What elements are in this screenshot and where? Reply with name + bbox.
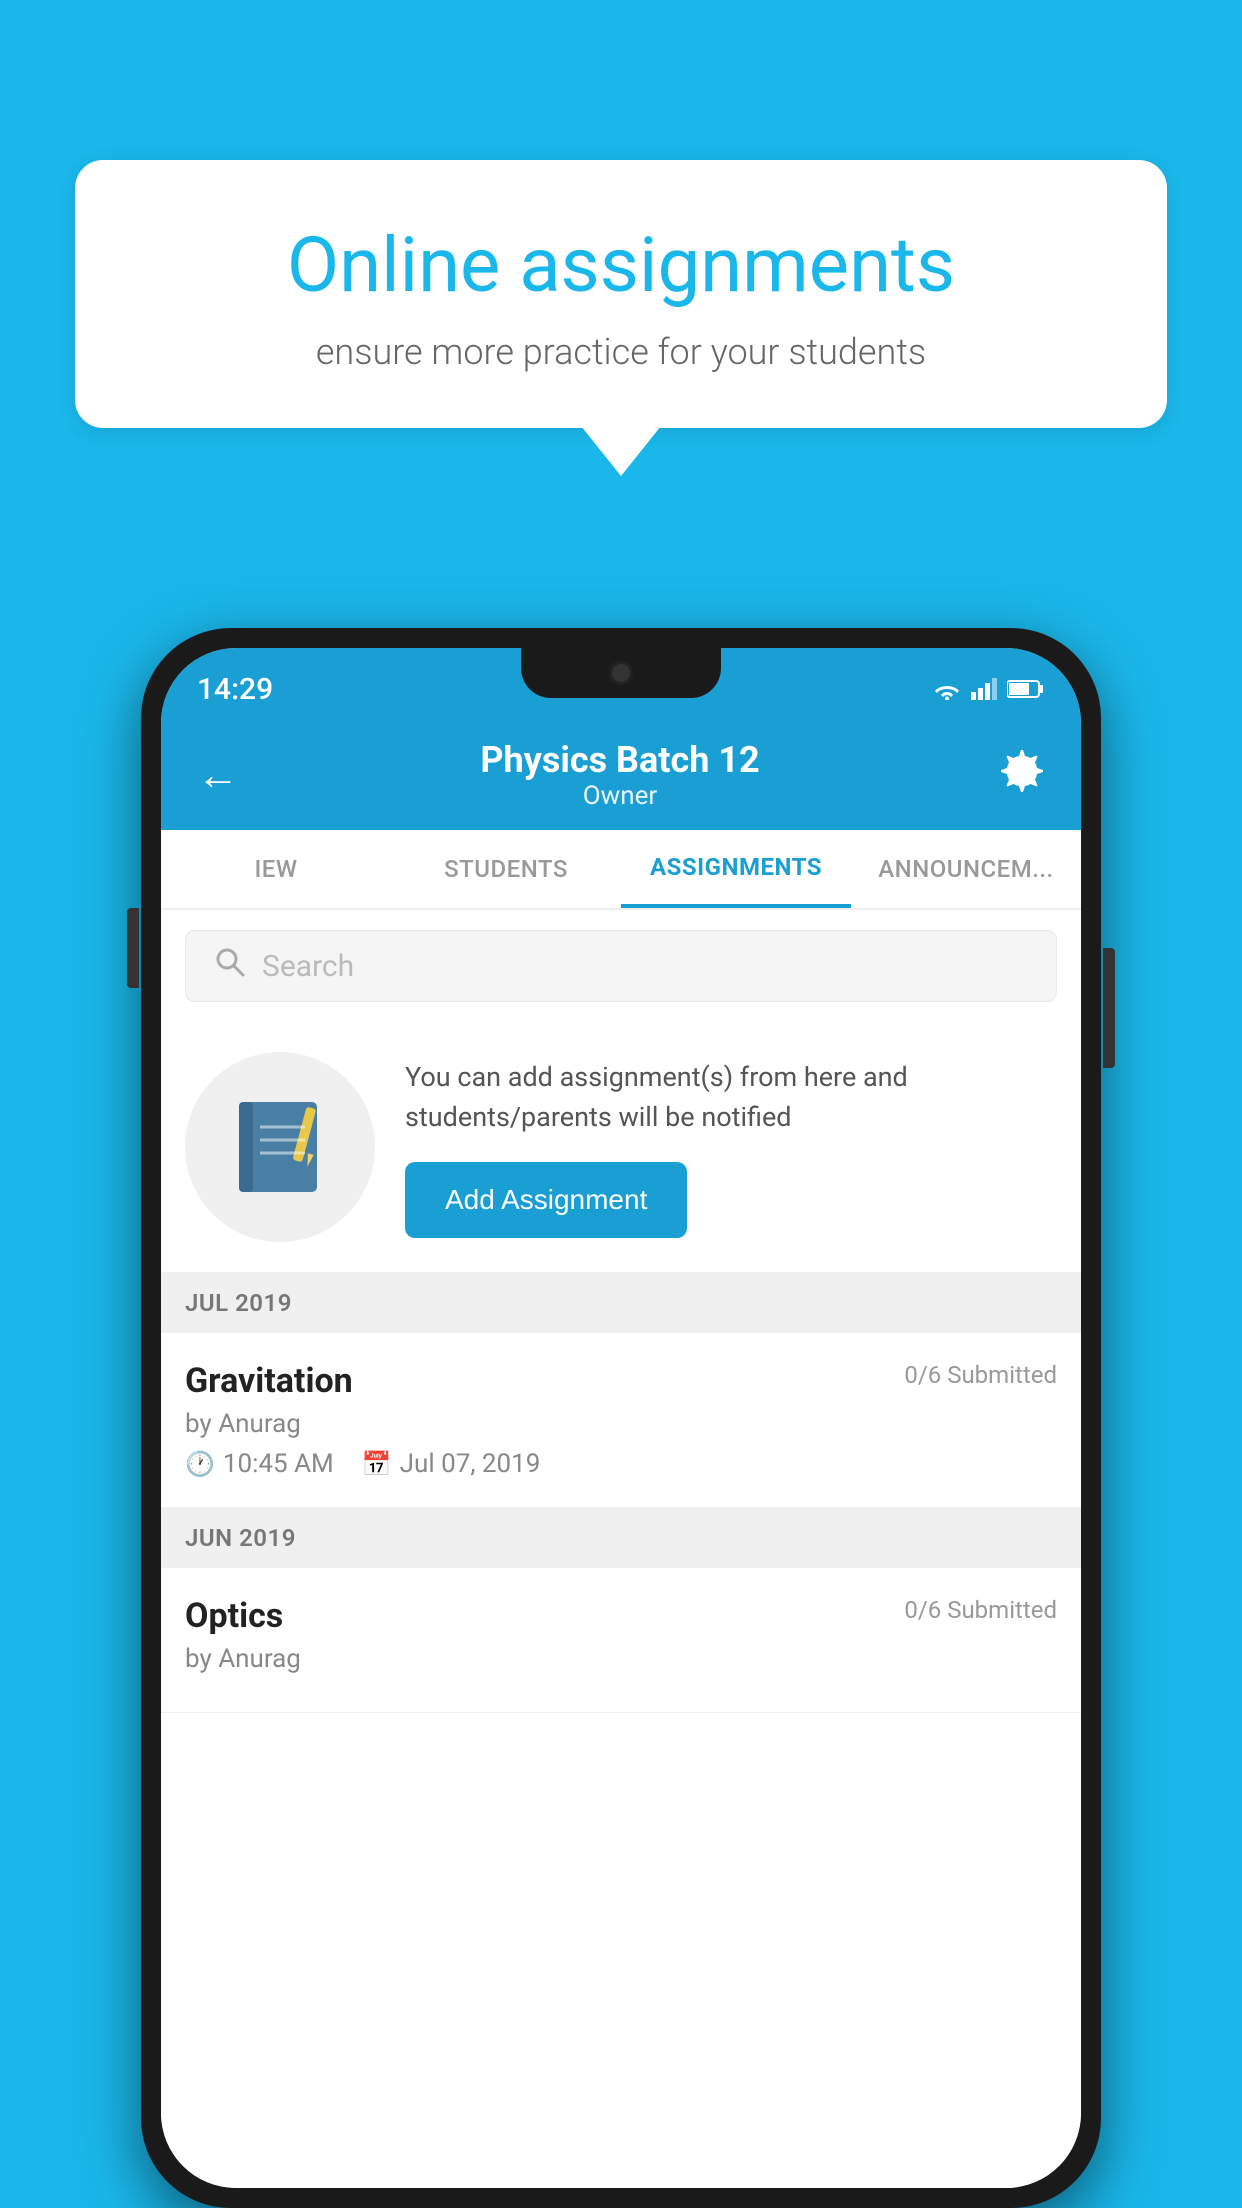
search-icon — [214, 945, 246, 987]
search-container: Search — [161, 910, 1081, 1022]
section-header-jul: JUL 2019 — [161, 1273, 1081, 1333]
header-subtitle: Owner — [480, 781, 759, 811]
assignment-title-gravitation: Gravitation — [185, 1361, 353, 1401]
screen-content: IEW STUDENTS ASSIGNMENTS ANNOUNCEM... — [161, 830, 1081, 2188]
assignment-item-optics[interactable]: Optics 0/6 Submitted by Anurag — [161, 1568, 1081, 1713]
promo-content: You can add assignment(s) from here and … — [405, 1057, 1057, 1238]
assignment-details-gravitation: 🕐 10:45 AM 📅 Jul 07, 2019 — [185, 1449, 1057, 1479]
promo-icon-circle — [185, 1052, 375, 1242]
assignment-author-optics: by Anurag — [185, 1644, 1057, 1674]
assignment-item-gravitation[interactable]: Gravitation 0/6 Submitted by Anurag 🕐 10… — [161, 1333, 1081, 1508]
phone-wrapper: 14:29 — [141, 628, 1101, 2208]
assignment-header-optics: Optics 0/6 Submitted — [185, 1596, 1057, 1636]
back-button[interactable]: ← — [197, 751, 239, 800]
speech-bubble-title: Online assignments — [145, 220, 1097, 311]
assignment-date-gravitation: 📅 Jul 07, 2019 — [362, 1449, 541, 1479]
speech-bubble-container: Online assignments ensure more practice … — [75, 160, 1167, 428]
assignment-author-gravitation: by Anurag — [185, 1409, 1057, 1439]
battery-icon — [1007, 679, 1045, 699]
phone-outer: 14:29 — [141, 628, 1101, 2208]
status-time: 14:29 — [197, 672, 273, 707]
settings-button[interactable] — [1001, 748, 1045, 802]
app-header: ← Physics Batch 12 Owner — [161, 720, 1081, 830]
assignment-title-optics: Optics — [185, 1596, 283, 1636]
assignment-time-gravitation: 🕐 10:45 AM — [185, 1449, 334, 1479]
search-placeholder: Search — [262, 949, 354, 984]
phone-inner: 14:29 — [161, 648, 1081, 2188]
wifi-icon — [931, 678, 963, 700]
gear-icon — [1001, 748, 1045, 792]
add-assignment-button[interactable]: Add Assignment — [405, 1162, 687, 1238]
section-header-jun: JUN 2019 — [161, 1508, 1081, 1568]
speech-bubble: Online assignments ensure more practice … — [75, 160, 1167, 428]
assignment-submitted-optics: 0/6 Submitted — [904, 1596, 1057, 1624]
clock-icon: 🕐 — [185, 1450, 215, 1478]
tabs: IEW STUDENTS ASSIGNMENTS ANNOUNCEM... — [161, 830, 1081, 910]
search-bar[interactable]: Search — [185, 930, 1057, 1002]
tab-assignments[interactable]: ASSIGNMENTS — [621, 830, 851, 908]
tab-iew[interactable]: IEW — [161, 830, 391, 908]
header-title-group: Physics Batch 12 Owner — [480, 739, 759, 811]
assignment-header: Gravitation 0/6 Submitted — [185, 1361, 1057, 1401]
promo-section: You can add assignment(s) from here and … — [161, 1022, 1081, 1273]
assignment-submitted-gravitation: 0/6 Submitted — [904, 1361, 1057, 1389]
tab-students[interactable]: STUDENTS — [391, 830, 621, 908]
header-title: Physics Batch 12 — [480, 739, 759, 781]
notch-camera — [609, 661, 633, 685]
status-icons — [931, 678, 1045, 700]
phone-notch — [521, 648, 721, 698]
notebook-icon — [225, 1092, 335, 1202]
tab-announcements[interactable]: ANNOUNCEM... — [851, 830, 1081, 908]
promo-text: You can add assignment(s) from here and … — [405, 1057, 1057, 1138]
signal-icon — [971, 678, 999, 700]
speech-bubble-subtitle: ensure more practice for your students — [145, 331, 1097, 373]
calendar-icon: 📅 — [362, 1450, 392, 1478]
